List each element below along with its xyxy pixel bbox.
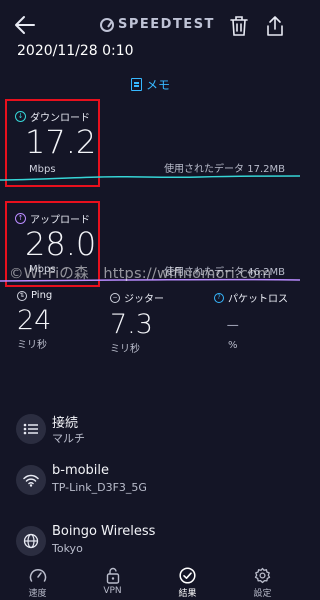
trash-icon[interactable] [229,15,249,37]
speedometer-logo-icon [100,17,114,32]
nav-settings[interactable]: 設定 [225,563,300,600]
note-icon [131,78,142,91]
nav-settings-label: 設定 [253,589,272,599]
globe-icon [16,526,46,556]
connection-type-row: 接続 マルチ [16,412,286,456]
download-label: ダウンロード [30,113,90,124]
download-arrow-icon: ↓ [15,111,26,122]
connections-icon [16,414,46,444]
jitter-label: ジッター [124,294,164,305]
upload-label: アップロード [30,215,90,226]
upload-arrow-icon: ↑ [15,213,26,224]
nav-vpn-label: VPN [103,586,122,596]
download-value: 17.2 [25,123,97,161]
latency-stats: ⇅ Ping 24 ミリ秒 − ジッター 7.3 ミリ秒 ? パケットロス – … [0,290,300,380]
connection-type-value: マルチ [52,432,85,445]
jitter-stat: − ジッター 7.3 ミリ秒 [110,290,164,355]
memo-button[interactable]: メモ [131,76,170,93]
packet-loss-stat[interactable]: ? パケットロス – % [214,290,288,351]
provider-row: b-mobile TP-Link_D3F3_5G [16,463,286,507]
jitter-value: 7.3 [110,309,153,340]
jitter-icon: − [110,292,120,303]
packet-loss-value: – [226,309,240,340]
top-bar: SPEEDTEST [0,0,300,40]
server-row[interactable]: Boingo Wireless Tokyo [16,524,286,568]
lock-icon [103,566,123,584]
server-name: Boingo Wireless [52,524,156,539]
provider-name: b-mobile [52,463,110,478]
bottom-navigation: 速度 VPN 結果 設定 [0,563,300,600]
ping-unit: ミリ秒 [17,340,47,351]
help-icon[interactable]: ? [214,292,224,303]
nav-results-label: 結果 [178,589,197,599]
packet-loss-unit: % [228,340,238,351]
network-ssid: TP-Link_D3F3_5G [52,481,147,494]
memo-label: メモ [146,78,171,92]
ping-label: Ping [31,290,53,301]
connection-type-title: 接続 [52,416,79,431]
nav-speed-label: 速度 [28,589,47,599]
download-graph [0,175,300,181]
test-datetime: 2020/11/28 0:10 [17,43,134,59]
nav-speed[interactable]: 速度 [0,563,75,600]
gear-icon [253,566,273,584]
share-icon[interactable] [265,15,285,37]
check-circle-icon [178,566,198,584]
ping-icon: ⇅ [17,290,27,301]
back-arrow-icon[interactable] [14,14,36,36]
ping-value: 24 [17,305,52,336]
speedtest-logo: SPEEDTEST [100,17,215,32]
speedometer-icon [28,566,48,584]
watermark: ©Wi-Fiの森 https://wifinomori.com [9,266,272,282]
server-location: Tokyo [52,542,83,555]
packet-loss-label: パケットロス [228,294,288,305]
download-header: ↓ ダウンロード [15,109,90,124]
nav-results[interactable]: 結果 [150,563,225,600]
wifi-icon [16,465,46,495]
jitter-unit: ミリ秒 [110,344,140,355]
brand-name: SPEEDTEST [118,17,215,32]
upload-header: ↑ アップロード [15,211,90,226]
upload-value: 28.0 [25,225,97,263]
ping-stat: ⇅ Ping 24 ミリ秒 [17,290,52,351]
nav-vpn[interactable]: VPN [75,563,150,600]
